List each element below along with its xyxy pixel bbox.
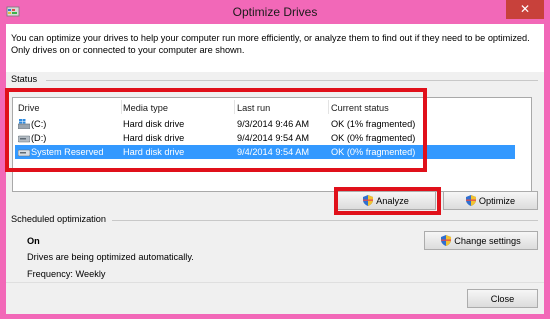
change-settings-button[interactable]: Change settings — [424, 231, 538, 250]
intro-text: You can optimize your drives to help you… — [11, 33, 530, 55]
column-divider — [234, 100, 235, 114]
column-divider — [328, 100, 329, 114]
drive-name: (C:) — [31, 119, 47, 129]
current-status: OK (0% fragmented) — [331, 133, 416, 143]
current-status: OK (0% fragmented) — [331, 147, 416, 157]
shield-icon — [441, 235, 452, 246]
close-label: Close — [490, 293, 515, 304]
column-header-last-run[interactable]: Last run — [237, 103, 270, 113]
schedule-description: Drives are being optimized automatically… — [27, 252, 194, 262]
column-header-media-type[interactable]: Media type — [123, 103, 168, 113]
status-group-label: Status — [11, 74, 38, 84]
drive-list[interactable]: Drive Media type Last run Current status… — [12, 97, 532, 192]
optimize-label: Optimize — [478, 195, 516, 206]
last-run: 9/3/2014 9:46 AM — [237, 119, 310, 129]
window-title: Optimize Drives — [232, 5, 318, 19]
media-type: Hard disk drive — [123, 119, 185, 129]
current-status: OK (1% fragmented) — [331, 119, 416, 129]
intro-panel: You can optimize your drives to help you… — [6, 24, 544, 72]
drive-row-system-reserved[interactable]: System Reserved Hard disk drive 9/4/2014… — [15, 145, 515, 159]
footer-bar: Close — [6, 282, 544, 314]
shield-icon — [465, 195, 476, 206]
drive-icon — [18, 149, 30, 157]
dialog-client-area: You can optimize your drives to help you… — [6, 24, 544, 314]
shield-icon — [363, 195, 374, 206]
window-frame: Optimize Drives ✕ You can optimize your … — [0, 0, 550, 319]
schedule-state: On — [27, 236, 40, 246]
last-run: 9/4/2014 9:54 AM — [237, 147, 310, 157]
window-close-button[interactable]: ✕ — [506, 0, 544, 19]
media-type: Hard disk drive — [123, 133, 185, 143]
drive-row-c[interactable]: (C:) Hard disk drive 9/3/2014 9:46 AM OK… — [15, 117, 515, 131]
change-settings-label: Change settings — [454, 235, 521, 246]
media-type: Hard disk drive — [123, 147, 185, 157]
title-bar[interactable]: Optimize Drives ✕ — [0, 0, 550, 24]
drive-name: (D:) — [31, 133, 47, 143]
status-divider — [46, 80, 538, 81]
column-divider — [121, 100, 122, 114]
scheduled-divider — [112, 220, 538, 221]
scheduled-group-label: Scheduled optimization — [11, 214, 106, 224]
optimize-button[interactable]: Optimize — [443, 191, 538, 210]
column-header-drive[interactable]: Drive — [18, 103, 39, 113]
drive-icon — [18, 135, 30, 143]
column-header-current-status[interactable]: Current status — [331, 103, 389, 113]
analyze-label: Analyze — [376, 195, 409, 206]
close-button[interactable]: Close — [467, 289, 538, 308]
drive-row-d[interactable]: (D:) Hard disk drive 9/4/2014 9:54 AM OK… — [15, 131, 515, 145]
close-icon: ✕ — [519, 2, 531, 16]
last-run: 9/4/2014 9:54 AM — [237, 133, 310, 143]
analyze-button[interactable]: Analyze — [336, 191, 436, 210]
schedule-frequency: Frequency: Weekly — [27, 269, 106, 279]
drive-name: System Reserved — [31, 147, 104, 157]
windows-drive-icon — [18, 119, 30, 129]
